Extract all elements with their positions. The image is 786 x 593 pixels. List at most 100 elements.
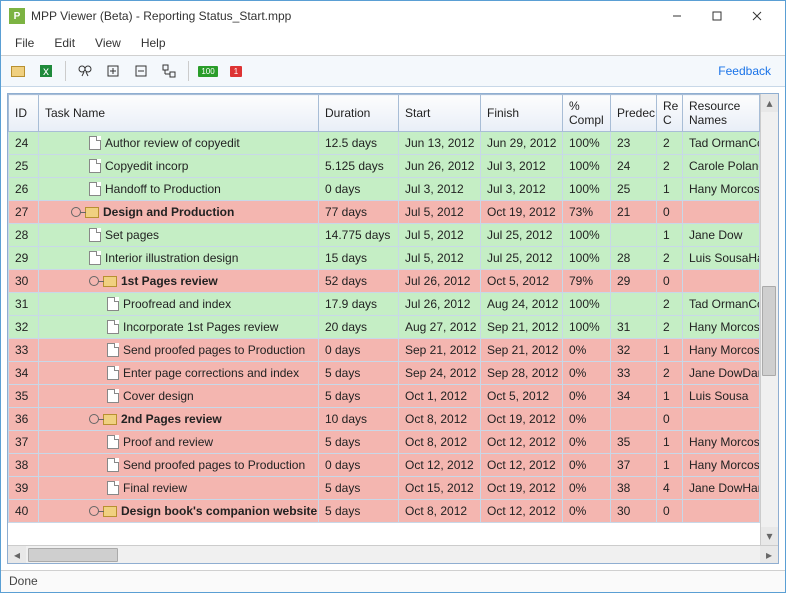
table-row[interactable]: 362nd Pages review10 daysOct 8, 2012Oct … [9,408,760,431]
cell-pred: 30 [611,500,657,523]
cell-rc: 1 [657,385,683,408]
task-name: Proof and review [123,435,213,449]
cell-task: 2nd Pages review [39,408,319,431]
menu-file[interactable]: File [7,33,42,53]
table-row[interactable]: 35Cover design5 daysOct 1, 2012Oct 5, 20… [9,385,760,408]
page-icon [89,182,101,196]
table-row[interactable]: 25Copyedit incorp5.125 daysJun 26, 2012J… [9,155,760,178]
task-name: 1st Pages review [121,274,218,288]
cell-start: Jul 26, 2012 [399,270,481,293]
cell-pred: 32 [611,339,657,362]
col-pred[interactable]: Predec [611,95,657,132]
cell-complete: 73% [563,201,611,224]
titlebar: P MPP Viewer (Beta) - Reporting Status_S… [1,1,785,31]
close-button[interactable] [737,2,777,30]
task-name: 2nd Pages review [121,412,222,426]
col-id[interactable]: ID [9,95,39,132]
cell-complete: 100% [563,132,611,155]
table-row[interactable]: 37Proof and review5 daysOct 8, 2012Oct 1… [9,431,760,454]
scroll-left-icon[interactable]: ◂ [8,546,26,563]
key-icon [89,506,99,516]
incomplete-filter-button[interactable]: 1 [225,60,247,82]
cell-id: 40 [9,500,39,523]
cell-finish: Oct 5, 2012 [481,385,563,408]
cell-pred: 21 [611,201,657,224]
scroll-right-icon[interactable]: ▸ [760,546,778,563]
horizontal-scrollbar[interactable]: ◂ ▸ [8,545,778,563]
page-icon [107,320,119,334]
complete-filter-button[interactable]: 100 [197,60,219,82]
cell-duration: 0 days [319,178,399,201]
scroll-up-icon[interactable]: ▴ [761,94,778,112]
vertical-scrollbar[interactable]: ▴ ▾ [760,94,778,545]
scroll-down-icon[interactable]: ▾ [761,527,778,545]
cell-pred: 38 [611,477,657,500]
hscroll-thumb[interactable] [28,548,118,562]
cell-duration: 17.9 days [319,293,399,316]
cell-pred [611,408,657,431]
table-row[interactable]: 301st Pages review52 daysJul 26, 2012Oct… [9,270,760,293]
table-row[interactable]: 39Final review5 daysOct 15, 2012Oct 19, … [9,477,760,500]
col-rc[interactable]: Re C [657,95,683,132]
cell-resources: Luis SousaHany M [683,247,760,270]
feedback-link[interactable]: Feedback [718,64,771,78]
excel-button[interactable]: x [35,60,57,82]
menu-view[interactable]: View [87,33,129,53]
cell-resources: Hany Morcos [683,178,760,201]
table-row[interactable]: 26Handoff to Production0 daysJul 3, 2012… [9,178,760,201]
open-button[interactable] [7,60,29,82]
table-row[interactable]: 29Interior illustration design15 daysJul… [9,247,760,270]
table-row[interactable]: 31Proofread and index17.9 daysJul 26, 20… [9,293,760,316]
cell-id: 37 [9,431,39,454]
cell-id: 36 [9,408,39,431]
table-row[interactable]: 40Design book's companion website5 daysO… [9,500,760,523]
cell-task: Design book's companion website [39,500,319,523]
cell-task: Incorporate 1st Pages review [39,316,319,339]
col-duration[interactable]: Duration [319,95,399,132]
cell-id: 26 [9,178,39,201]
vscroll-thumb[interactable] [762,286,776,376]
cell-pred: 24 [611,155,657,178]
cell-id: 33 [9,339,39,362]
cell-complete: 100% [563,178,611,201]
menu-edit[interactable]: Edit [46,33,83,53]
col-start[interactable]: Start [399,95,481,132]
outline-button[interactable] [158,60,180,82]
cell-duration: 77 days [319,201,399,224]
menu-help[interactable]: Help [133,33,174,53]
cell-task: Proofread and index [39,293,319,316]
cell-resources: Tad OrmanCopye [683,132,760,155]
expand-button[interactable] [102,60,124,82]
cell-start: Jul 5, 2012 [399,247,481,270]
table-row[interactable]: 38Send proofed pages to Production0 days… [9,454,760,477]
col-task[interactable]: Task Name [39,95,319,132]
cell-duration: 0 days [319,454,399,477]
table-row[interactable]: 33Send proofed pages to Production0 days… [9,339,760,362]
cell-duration: 10 days [319,408,399,431]
cell-resources: Hany Morcos [683,431,760,454]
table-row[interactable]: 28Set pages14.775 daysJul 5, 2012Jul 25,… [9,224,760,247]
find-button[interactable] [74,60,96,82]
col-resources[interactable]: Resource Names [683,95,760,132]
cell-rc: 0 [657,270,683,293]
col-finish[interactable]: Finish [481,95,563,132]
cell-complete: 100% [563,316,611,339]
cell-rc: 4 [657,477,683,500]
cell-resources: Hany MorcosDan [683,316,760,339]
cell-start: Oct 8, 2012 [399,500,481,523]
table-row[interactable]: 34Enter page corrections and index5 days… [9,362,760,385]
cell-task: Send proofed pages to Production [39,454,319,477]
minimize-button[interactable] [657,2,697,30]
cell-finish: Sep 28, 2012 [481,362,563,385]
page-icon [107,389,119,403]
maximize-button[interactable] [697,2,737,30]
table-row[interactable]: 24Author review of copyedit12.5 daysJun … [9,132,760,155]
table-row[interactable]: 32Incorporate 1st Pages review20 daysAug… [9,316,760,339]
cell-duration: 5 days [319,385,399,408]
task-name: Design book's companion website [121,504,317,518]
cell-rc: 2 [657,316,683,339]
collapse-button[interactable] [130,60,152,82]
col-complete[interactable]: % Compl [563,95,611,132]
cell-task: Enter page corrections and index [39,362,319,385]
table-row[interactable]: 27Design and Production77 daysJul 5, 201… [9,201,760,224]
